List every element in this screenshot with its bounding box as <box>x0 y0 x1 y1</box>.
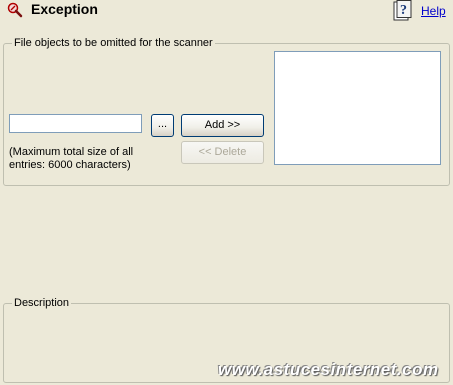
browse-button[interactable]: ... <box>151 114 174 137</box>
svg-text:?: ? <box>400 3 407 18</box>
max-size-note: (Maximum total size of all entries: 6000… <box>9 146 134 171</box>
header-bar: Exception ? Help <box>0 0 453 22</box>
browse-button-label: ... <box>157 118 168 130</box>
description-legend: Description <box>14 297 70 309</box>
help-link[interactable]: Help <box>421 4 446 18</box>
excluded-files-list[interactable] <box>274 51 441 165</box>
add-button[interactable]: Add >> <box>181 114 264 137</box>
file-object-input[interactable] <box>9 114 142 133</box>
watermark-text: www.astucesinternet.com <box>218 360 439 379</box>
delete-button-label: << Delete <box>198 146 247 158</box>
add-button-label: Add >> <box>204 119 241 131</box>
exception-icon <box>7 2 23 18</box>
help-question-icon[interactable]: ? <box>393 0 413 21</box>
delete-button[interactable]: << Delete <box>181 141 264 164</box>
page-title: Exception <box>31 1 98 17</box>
file-objects-legend: File objects to be omitted for the scann… <box>14 37 213 49</box>
